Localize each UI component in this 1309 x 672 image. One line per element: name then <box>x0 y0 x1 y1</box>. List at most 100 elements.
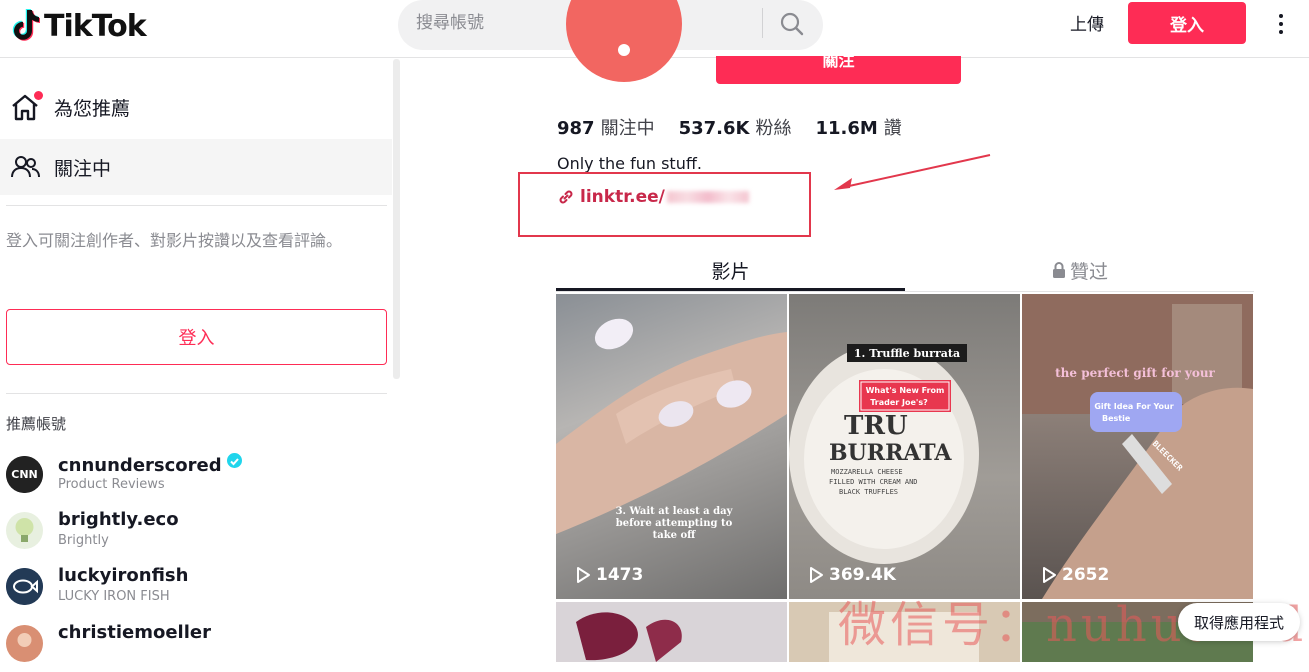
annotation-arrow-icon <box>834 154 991 190</box>
tab-label: 贊过 <box>1069 260 1108 283</box>
svg-text:BLACK TRUFFLES: BLACK TRUFFLES <box>839 488 898 496</box>
video-card[interactable]: the perfect gift for your Gift Idea For … <box>1022 294 1253 599</box>
stat-likes: 11.6M 讚 <box>815 114 901 140</box>
logo-wordmark: TikTok <box>44 8 147 44</box>
video-thumbnail <box>576 612 682 662</box>
sidebar-item-for-you[interactable]: 為您推薦 <box>0 79 392 135</box>
search-button[interactable] <box>770 4 814 44</box>
follow-button-label: 關注 <box>822 56 855 70</box>
view-count: 1473 <box>574 565 643 585</box>
sidebar-divider <box>6 393 387 394</box>
account-name: christiemoeller <box>58 622 211 643</box>
link-icon <box>559 190 573 204</box>
more-dot-icon <box>1279 22 1283 26</box>
svg-text:MOZZARELLA CHEESE: MOZZARELLA CHEESE <box>831 468 903 476</box>
svg-text:BURRATA: BURRATA <box>829 440 952 466</box>
profile-bio: Only the fun stuff. <box>557 154 702 173</box>
get-app-button[interactable]: 取得應用程式 <box>1178 603 1300 641</box>
tiktok-note-icon <box>12 9 40 41</box>
stat-label: 讚 <box>883 118 902 139</box>
svg-text:3. Wait at least a day: 3. Wait at least a day <box>616 506 734 517</box>
suggested-account[interactable]: christiemoeller <box>0 620 392 672</box>
stat-label: 關注中 <box>600 118 655 139</box>
suggested-account[interactable]: luckyironfish LUCKY IRON FISH <box>0 563 392 615</box>
svg-text:before attempting to: before attempting to <box>616 518 733 529</box>
sidebar-login-button[interactable]: 登入 <box>6 309 387 365</box>
account-subtitle: LUCKY IRON FISH <box>58 589 170 604</box>
svg-text:What's New From: What's New From <box>866 386 945 395</box>
login-hint-text: 登入可關注創作者、對影片按讚以及查看評論。 <box>6 231 343 250</box>
sidebar-item-following[interactable]: 關注中 <box>0 139 392 195</box>
avatar <box>6 568 43 605</box>
play-icon <box>577 567 590 583</box>
bulb-logo-icon <box>15 518 34 542</box>
view-count: 2652 <box>1040 565 1109 585</box>
svg-text:TRU: TRU <box>844 411 908 441</box>
view-count: 369.4K <box>807 565 896 585</box>
suggested-account[interactable]: CNN cnnunderscored Product Reviews <box>0 451 392 503</box>
profile-link[interactable]: linktr.ee/ <box>557 187 749 207</box>
login-button[interactable]: 登入 <box>1128 2 1246 44</box>
stat-followers[interactable]: 537.6K 粉絲 <box>679 114 792 140</box>
sidebar-scrollbar[interactable] <box>393 59 400 379</box>
video-card[interactable]: 1. Truffle burrata TRU BURRATA MOZZARELL… <box>789 294 1020 599</box>
suggested-accounts-title: 推薦帳號 <box>6 415 67 433</box>
avatar <box>6 625 43 662</box>
stat-value: 537.6K <box>678 118 750 139</box>
view-count-text: 2652 <box>1062 565 1110 585</box>
account-subtitle: Brightly <box>58 533 109 548</box>
search-divider <box>762 8 763 38</box>
stat-value: 11.6M <box>815 118 878 139</box>
svg-text:FILLED WITH CREAM AND: FILLED WITH CREAM AND <box>829 478 918 486</box>
fish-logo-icon <box>6 568 43 605</box>
more-dot-icon <box>1279 30 1283 34</box>
play-icon <box>810 567 823 583</box>
follow-button[interactable]: 關注 <box>716 56 961 84</box>
view-count-text: 1473 <box>596 565 644 585</box>
profile-link-text: linktr.ee/ <box>580 187 665 207</box>
tiktok-logo[interactable]: TikTok <box>10 6 147 46</box>
video-thumbnail: 3. Wait at least a day before attempting… <box>556 318 787 541</box>
sidebar-item-label: 關注中 <box>54 157 112 180</box>
svg-text:Trader Joe's?: Trader Joe's? <box>870 398 928 407</box>
profile-tabs: 影片 贊过 <box>556 248 1254 292</box>
svg-text:take off: take off <box>653 530 697 541</box>
sidebar: 為您推薦 關注中 登入可關注創作者、對影片按讚以及查看評論。 登入 推薦帳號 C… <box>0 59 400 662</box>
svg-text:1. Truffle burrata: 1. Truffle burrata <box>854 347 960 360</box>
stat-value: 987 <box>557 118 595 139</box>
account-name-text: cnnunderscored <box>58 455 222 476</box>
profile-stats: 987 關注中 537.6K 粉絲 11.6M 讚 <box>557 114 926 140</box>
svg-text:Gift Idea For Your: Gift Idea For Your <box>1094 402 1173 411</box>
avatar: CNN <box>6 456 43 493</box>
verified-badge-icon <box>226 453 242 468</box>
video-thumbnail: the perfect gift for your Gift Idea For … <box>1022 294 1253 599</box>
person-avatar-icon <box>6 625 43 662</box>
search-icon <box>780 12 804 36</box>
active-tab-indicator <box>556 288 905 291</box>
account-name: brightly.eco <box>58 509 179 530</box>
stat-following[interactable]: 987 關注中 <box>557 114 655 140</box>
more-menu-button[interactable] <box>1270 8 1292 40</box>
more-dot-icon <box>1279 14 1283 18</box>
lock-icon <box>1052 262 1065 278</box>
suggested-account[interactable]: brightly.eco Brightly <box>0 507 392 559</box>
play-icon <box>1043 567 1056 583</box>
tab-liked[interactable]: 贊过 <box>905 248 1254 292</box>
cnn-logo-icon: CNN <box>6 456 43 493</box>
svg-text:Bestie: Bestie <box>1102 414 1131 423</box>
sidebar-item-label: 為您推薦 <box>54 97 131 120</box>
view-count-text: 369.4K <box>829 565 896 585</box>
account-name: luckyironfish <box>58 565 189 586</box>
upload-button[interactable]: 上傳 <box>1070 10 1104 35</box>
account-name: cnnunderscored <box>58 453 242 476</box>
tab-videos[interactable]: 影片 <box>556 248 905 292</box>
video-card[interactable]: 3. Wait at least a day before attempting… <box>556 294 787 599</box>
svg-text:CNN: CNN <box>11 468 38 481</box>
stat-label: 粉絲 <box>755 118 792 139</box>
avatar <box>6 512 43 549</box>
sidebar-divider <box>6 205 387 206</box>
video-thumbnail: 1. Truffle burrata TRU BURRATA MOZZARELL… <box>789 344 979 564</box>
account-subtitle: Product Reviews <box>58 477 165 492</box>
video-card[interactable] <box>556 602 787 662</box>
redacted-blur <box>666 191 749 203</box>
